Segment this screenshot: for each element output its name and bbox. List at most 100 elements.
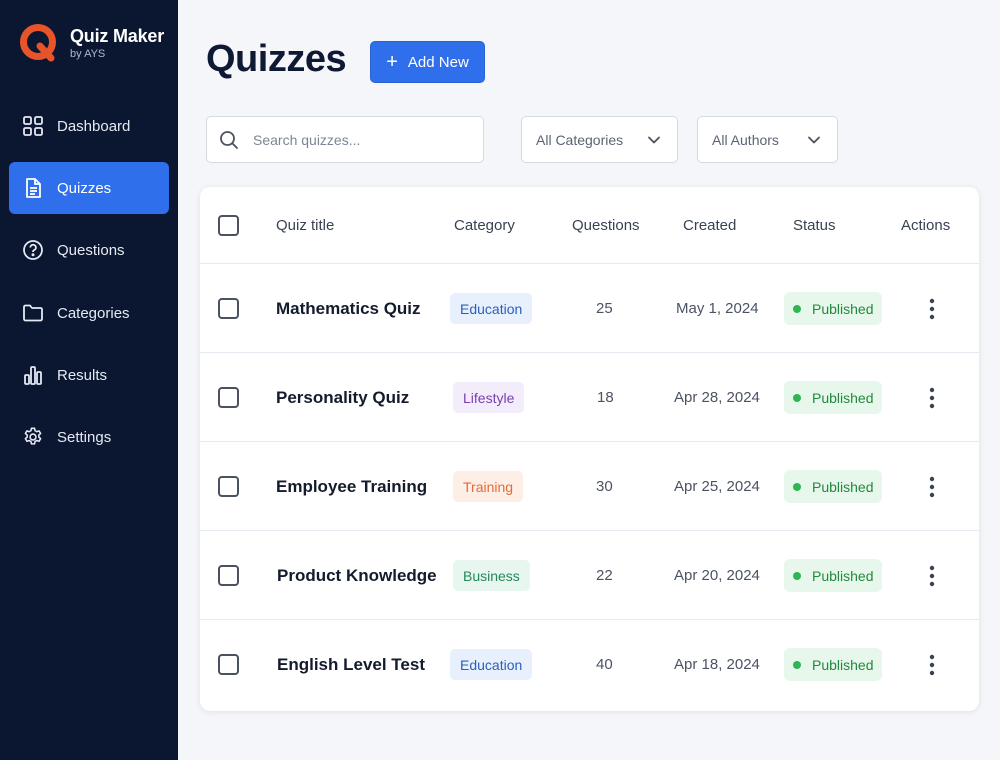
status-dot-icon (793, 482, 801, 491)
sidebar-item-settings[interactable]: Settings (9, 411, 169, 463)
status-label: Published (812, 656, 874, 673)
table-header: Quiz title Category Questions Created St… (200, 187, 979, 264)
row-select-cell (218, 442, 239, 531)
search-input[interactable] (253, 131, 453, 148)
sidebar-item-results[interactable]: Results (9, 349, 169, 401)
bar-chart-icon (22, 364, 44, 386)
column-header-category[interactable]: Category (454, 187, 515, 264)
search-box[interactable] (206, 116, 484, 163)
actions-cell (922, 264, 942, 353)
status-dot-icon (793, 304, 801, 313)
category-badge: Education (450, 649, 533, 680)
row-checkbox[interactable] (218, 565, 239, 586)
status-label: Published (812, 389, 874, 406)
sidebar-item-label: Results (57, 366, 108, 384)
table-row[interactable]: English Level Test Education 40 Apr 18, … (200, 620, 979, 709)
category-cell: Business (453, 531, 530, 620)
row-checkbox[interactable] (218, 298, 239, 319)
table-row[interactable]: Personality Quiz Lifestyle 18 Apr 28, 20… (200, 353, 979, 442)
sidebar-item-categories[interactable]: Categories (9, 287, 169, 339)
status-dot-icon (793, 660, 801, 669)
quiz-maker-logo-icon (20, 24, 56, 62)
question-circle-icon (22, 239, 44, 261)
questions-count: 30 (596, 478, 613, 495)
row-select-cell (218, 264, 239, 353)
search-icon (220, 130, 238, 149)
add-new-label: Add New (407, 53, 469, 71)
brand[interactable]: Quiz Maker by AYS (18, 22, 164, 64)
row-select-cell (218, 620, 239, 709)
gear-icon (22, 426, 44, 448)
status-cell: Published (784, 442, 882, 531)
category-badge: Training (453, 471, 524, 502)
questions-count: 40 (596, 656, 613, 673)
status-badge: Published (784, 381, 882, 414)
sidebar-item-label: Dashboard (57, 117, 131, 135)
created-date: Apr 18, 2024 (674, 656, 760, 673)
created-date: Apr 28, 2024 (674, 389, 760, 406)
chevron-down-icon (648, 136, 660, 143)
row-checkbox[interactable] (218, 387, 239, 408)
sidebar-item-questions[interactable]: Questions (9, 224, 169, 276)
table-row[interactable]: Product Knowledge Business 22 Apr 20, 20… (200, 531, 979, 620)
document-icon (22, 177, 44, 199)
table-row[interactable]: Employee Training Training 30 Apr 25, 20… (200, 442, 979, 531)
quiz-title[interactable]: Personality Quiz (276, 353, 409, 442)
status-label: Published (812, 478, 874, 495)
status-cell: Published (784, 531, 882, 620)
add-new-button[interactable]: + Add New (370, 41, 485, 83)
row-select-cell (218, 531, 239, 620)
sidebar-item-label: Categories (57, 304, 130, 322)
category-cell: Lifestyle (453, 353, 525, 442)
more-actions-icon[interactable] (922, 474, 942, 500)
column-header-status[interactable]: Status (793, 187, 836, 264)
sidebar-item-label: Quizzes (57, 179, 112, 197)
row-checkbox[interactable] (218, 654, 239, 675)
column-header-created[interactable]: Created (683, 187, 736, 264)
status-badge: Published (784, 292, 882, 325)
column-header-actions: Actions (901, 217, 951, 234)
sidebar-item-dashboard[interactable]: Dashboard (9, 100, 169, 152)
questions-count: 18 (597, 389, 614, 406)
status-badge: Published (784, 559, 882, 592)
questions-count: 22 (596, 567, 613, 584)
more-actions-icon[interactable] (922, 296, 942, 322)
status-cell: Published (784, 353, 882, 442)
quiz-title[interactable]: Employee Training (276, 442, 427, 531)
brand-name: Quiz Maker (70, 25, 165, 46)
column-header-title[interactable]: Quiz title (276, 187, 334, 264)
created-date: Apr 25, 2024 (674, 478, 760, 495)
sidebar-item-label: Questions (57, 241, 125, 259)
questions-count: 25 (596, 300, 613, 317)
quiz-title[interactable]: Product Knowledge (277, 531, 437, 620)
created-date: May 1, 2024 (676, 300, 759, 317)
quizzes-table: Quiz title Category Questions Created St… (200, 187, 979, 711)
chevron-down-icon (808, 136, 820, 143)
table-row[interactable]: Mathematics Quiz Education 25 May 1, 202… (200, 264, 979, 353)
category-cell: Training (453, 442, 524, 531)
actions-cell (922, 442, 942, 531)
sidebar: Quiz Maker by AYS Dashboard Quizzes Ques… (0, 0, 178, 760)
category-badge: Business (453, 560, 530, 591)
category-cell: Education (450, 264, 533, 353)
category-filter-select[interactable]: All Categories (521, 116, 678, 163)
actions-cell (922, 353, 942, 442)
author-filter-select[interactable]: All Authors (697, 116, 838, 163)
row-select-cell (218, 353, 239, 442)
more-actions-icon[interactable] (922, 385, 942, 411)
quiz-title[interactable]: English Level Test (277, 620, 425, 709)
brand-text: Quiz Maker by AYS (70, 26, 164, 61)
category-cell: Education (450, 620, 533, 709)
more-actions-icon[interactable] (922, 563, 942, 589)
created-date: Apr 20, 2024 (674, 567, 760, 584)
select-all-checkbox[interactable] (218, 215, 239, 236)
row-checkbox[interactable] (218, 476, 239, 497)
category-filter-value: All Categories (536, 131, 624, 148)
sidebar-item-quizzes[interactable]: Quizzes (9, 162, 169, 214)
sidebar-item-label: Settings (57, 428, 112, 446)
column-header-questions[interactable]: Questions (572, 187, 640, 264)
folder-icon (22, 302, 44, 324)
status-dot-icon (793, 393, 801, 402)
quiz-title[interactable]: Mathematics Quiz (276, 264, 421, 353)
more-actions-icon[interactable] (922, 652, 942, 678)
